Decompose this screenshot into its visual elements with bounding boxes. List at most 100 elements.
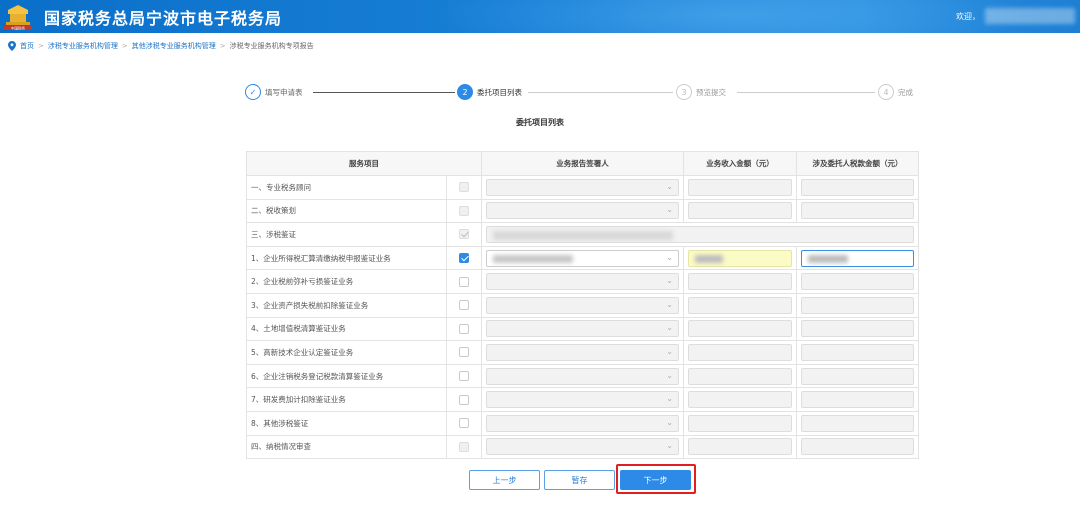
select-checkbox: [459, 205, 469, 216]
breadcrumb-home[interactable]: 首页: [20, 41, 34, 51]
signer-value-redacted: [493, 254, 573, 263]
table-row: 3、企业资产损失税前扣除鉴证业务 ⌄: [246, 292, 919, 318]
chevron-down-icon: ⌄: [666, 417, 673, 427]
tax-amount-input: [801, 343, 914, 361]
prev-step-button[interactable]: 上一步: [469, 470, 540, 490]
select-checkbox[interactable]: [459, 418, 469, 429]
signer-select: [486, 225, 914, 243]
checkbox-cell: [446, 245, 482, 271]
user-name-redacted[interactable]: [985, 8, 1075, 24]
income-cell: [683, 316, 797, 342]
entrust-items-table: 服务项目 业务报告签署人 业务收入金额（元） 涉及委托人税款金额（元） 一、专业…: [246, 151, 919, 460]
income-amount-input: [688, 414, 792, 432]
income-amount-input: [688, 391, 792, 409]
signer-select: ⌄: [486, 391, 679, 409]
table-row: 8、其他涉税鉴证 ⌄: [246, 410, 919, 436]
breadcrumb-tax-service-mgmt[interactable]: 涉税专业服务机构管理: [48, 41, 118, 51]
chevron-down-icon: ⌄: [666, 252, 673, 262]
signer-cell: ⌄: [481, 316, 684, 342]
tax-amount-cell: [796, 340, 919, 365]
chevron-down-icon: ⌄: [666, 370, 673, 380]
service-item-name: 三、涉税鉴证: [246, 222, 447, 247]
step-label: 完成: [898, 87, 913, 97]
select-checkbox[interactable]: [459, 276, 469, 287]
income-amount-input: [688, 438, 792, 456]
service-item-name: 一、专业税务顾问: [246, 175, 447, 200]
signer-select[interactable]: ⌄: [486, 249, 679, 267]
step-connector: [313, 92, 455, 93]
header-service-item: 服务项目: [246, 151, 482, 176]
income-cell: [683, 434, 797, 460]
checkbox-cell: [446, 387, 482, 412]
step-label: 填写申请表: [265, 87, 303, 97]
site-title: 国家税务总局宁波市电子税务局: [44, 9, 283, 28]
table-row: 四、纳税情况审查 ⌄: [246, 434, 919, 460]
income-cell: [683, 387, 797, 412]
table-row: 4、土地增值税清算鉴证业务 ⌄: [246, 316, 919, 342]
select-checkbox: [459, 182, 469, 193]
table-row: 7、研发费加计扣除鉴证业务 ⌄: [246, 387, 919, 412]
select-checkbox[interactable]: [459, 394, 469, 405]
tax-amount-input: [801, 414, 914, 432]
step-connector: [737, 92, 875, 93]
income-cell: [683, 292, 797, 318]
service-item-name: 7、研发费加计扣除鉴证业务: [246, 387, 447, 412]
signer-cell: ⌄: [481, 387, 684, 412]
tax-amount-cell: [796, 269, 919, 294]
save-draft-button[interactable]: 暂存: [544, 470, 615, 490]
checkbox-cell: [446, 198, 482, 224]
select-checkbox: [459, 441, 469, 452]
select-checkbox[interactable]: [459, 347, 469, 358]
tax-amount-cell: [796, 292, 919, 318]
signer-cell: ⌄: [481, 340, 684, 365]
tax-amount-input: [801, 320, 914, 338]
income-amount-input[interactable]: [688, 249, 792, 267]
chevron-down-icon: ⌄: [666, 205, 673, 215]
income-cell: [683, 175, 797, 200]
chevron-down-icon: ⌄: [666, 276, 673, 286]
tax-amount-cell: [796, 434, 919, 460]
checkbox-cell: [446, 292, 482, 318]
tax-amount-input[interactable]: [801, 249, 914, 267]
service-item-name: 6、企业注销税务登记税款清算鉴证业务: [246, 363, 447, 389]
select-checkbox[interactable]: [459, 371, 469, 382]
service-item-name: 2、企业税前弥补亏损鉴证业务: [246, 269, 447, 294]
breadcrumb-other-service-mgmt[interactable]: 其他涉税专业服务机构管理: [132, 41, 216, 51]
signer-cell: [481, 222, 919, 247]
step-entrust-list: 2 委托项目列表: [457, 84, 522, 100]
chevron-down-icon: ⌄: [666, 346, 673, 356]
select-checkbox[interactable]: [459, 253, 469, 264]
table-row: 三、涉税鉴证: [246, 222, 919, 247]
table-row: 一、专业税务顾问 ⌄: [246, 175, 919, 200]
checkbox-cell: [446, 340, 482, 365]
income-cell: [683, 340, 797, 365]
checkbox-cell: [446, 363, 482, 389]
checkbox-cell: [446, 434, 482, 460]
chevron-down-icon: ⌄: [666, 441, 673, 451]
tax-amount-cell: [796, 410, 919, 436]
redacted-row-content: [493, 230, 673, 240]
chevron-down-icon: ⌄: [666, 299, 673, 309]
table-row: 6、企业注销税务登记税款清算鉴证业务 ⌄: [246, 363, 919, 389]
tax-amount-cell: [796, 387, 919, 412]
signer-select: ⌄: [486, 273, 679, 291]
highlight-annotation: [616, 464, 696, 494]
income-amount-input: [688, 343, 792, 361]
signer-cell: ⌄: [481, 292, 684, 318]
header-signer: 业务报告签署人: [481, 151, 684, 176]
signer-cell: ⌄: [481, 269, 684, 294]
income-cell: [683, 245, 797, 271]
tax-amount-input: [801, 296, 914, 314]
step-number: 4: [878, 84, 894, 100]
check-icon: ✓: [245, 84, 261, 100]
select-checkbox[interactable]: [459, 323, 469, 334]
table-row: 二、税收策划 ⌄: [246, 198, 919, 224]
tax-amount-input: [801, 438, 914, 456]
tax-amount-cell: [796, 316, 919, 342]
select-checkbox[interactable]: [459, 300, 469, 311]
service-item-name: 4、土地增值税清算鉴证业务: [246, 316, 447, 342]
tax-amount-input: [801, 391, 914, 409]
signer-select: ⌄: [486, 178, 679, 196]
step-number: 2: [457, 84, 473, 100]
income-amount-input: [688, 273, 792, 291]
